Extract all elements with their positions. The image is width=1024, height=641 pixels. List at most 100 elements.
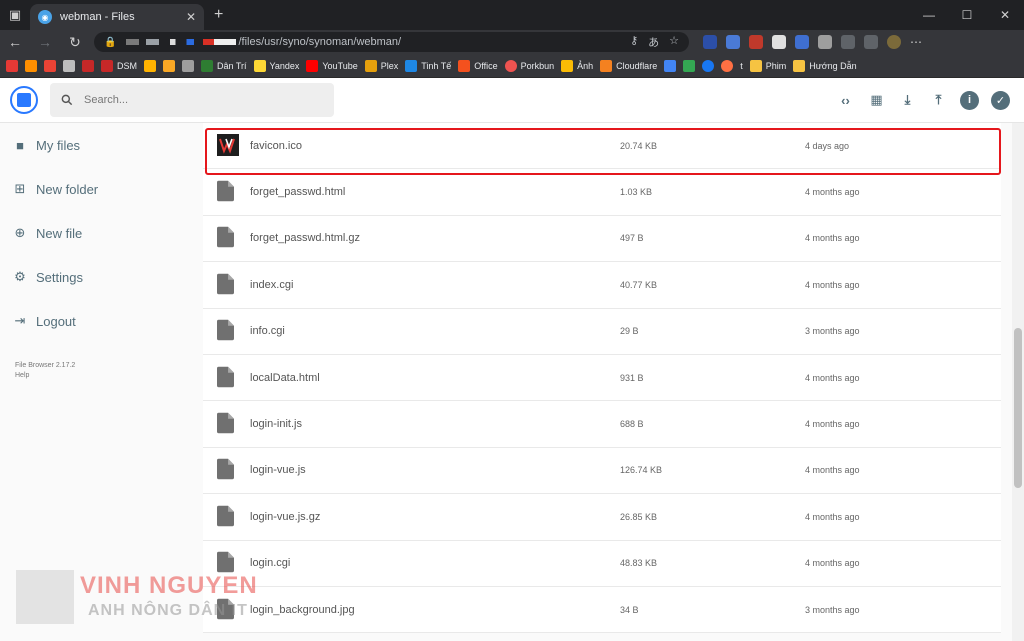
header-actions: ‹› ▦ ⤓ ⤒ i ✓ <box>836 90 1010 110</box>
filebrowser-logo-icon[interactable] <box>10 86 38 114</box>
bookmark-dsm[interactable]: DSM <box>101 59 137 72</box>
scrollbar[interactable] <box>1012 123 1024 641</box>
bookmark-porkbun[interactable]: Porkbun <box>504 59 554 72</box>
file-row[interactable]: login_background.jpg 34 B 3 months ago <box>203 586 1001 634</box>
new-tab-button[interactable]: + <box>214 6 223 24</box>
bookmark-item[interactable] <box>163 59 175 72</box>
browser-tab[interactable]: ◉ webman - Files ✕ <box>30 4 204 30</box>
bookmark-item[interactable] <box>82 59 94 72</box>
masked-host <box>126 39 237 45</box>
bookmark-item[interactable] <box>182 59 194 72</box>
tab-favicon-icon: ◉ <box>38 10 52 24</box>
file-modified: 4 months ago <box>805 511 860 522</box>
url-input[interactable]: 🔒 /files/usr/syno/synoman/webman/ ⚷ あ ☆ <box>94 32 689 52</box>
scrollbar-thumb[interactable] <box>1014 328 1022 488</box>
sidebar: ■ My files ⊞ New folder ⊕ New file ⚙ Set… <box>0 123 200 641</box>
file-name: login-vue.js <box>250 464 306 477</box>
extension-icon[interactable] <box>772 35 786 49</box>
bookmark-tinhte[interactable]: Tinh Tế <box>405 59 451 72</box>
bookmark-folder-phim[interactable]: Phim <box>749 59 786 72</box>
version-label: File Browser 2.17.2 <box>15 362 76 369</box>
file-modified: 3 months ago <box>805 604 860 615</box>
new-file-icon: ⊕ <box>14 225 26 240</box>
file-icon <box>217 319 237 343</box>
bookmark-item[interactable] <box>683 59 696 72</box>
file-row[interactable]: forget_passwd.html.gz 497 B 4 months ago <box>203 215 1001 263</box>
file-icon <box>217 366 237 390</box>
sidebar-item-label: New file <box>36 225 83 241</box>
file-row[interactable]: login-init.js 688 B 4 months ago <box>203 401 1001 448</box>
extension-icon[interactable] <box>749 35 763 49</box>
search-icon <box>61 94 73 106</box>
collections-icon[interactable] <box>864 35 878 49</box>
download-icon[interactable]: ⤓ <box>898 91 917 110</box>
help-link[interactable]: Help <box>15 371 200 381</box>
extension-icon[interactable] <box>703 35 717 49</box>
folder-icon: ■ <box>16 137 24 153</box>
bookmark-item[interactable] <box>721 59 734 72</box>
sidebar-item-settings[interactable]: ⚙ Settings <box>0 255 200 299</box>
bookmark-item[interactable] <box>63 59 75 72</box>
file-size: 48.83 KB <box>620 558 658 569</box>
file-row[interactable]: index.cgi 40.77 KB 4 months ago <box>203 262 1001 309</box>
file-row[interactable]: favicon.ico 20.74 KB 4 days ago <box>203 123 1001 170</box>
forward-icon[interactable]: → <box>30 34 60 50</box>
bookmark-cloudflare[interactable]: Cloudflare <box>600 59 657 72</box>
profile-avatar[interactable] <box>887 35 901 49</box>
bookmark-anh[interactable]: Ảnh <box>561 59 593 72</box>
search-input[interactable]: Search... <box>50 83 334 117</box>
file-row[interactable]: login-vue.js 126.74 KB 4 months ago <box>203 447 1001 495</box>
bookmark-item[interactable] <box>144 59 156 72</box>
extensions-puzzle-icon[interactable] <box>818 35 832 49</box>
sidebar-item-my-files[interactable]: ■ My files <box>0 123 200 167</box>
file-row[interactable]: info.cgi 29 B 3 months ago <box>203 308 1001 355</box>
code-view-icon[interactable]: ‹› <box>836 91 855 110</box>
maximize-icon[interactable]: ☐ <box>948 0 986 30</box>
bookmark-item[interactable] <box>702 59 715 72</box>
file-modified: 4 months ago <box>805 419 860 430</box>
reload-icon[interactable]: ↻ <box>60 34 90 51</box>
file-row[interactable]: login-vue.js.gz 26.85 KB 4 months ago <box>203 494 1001 541</box>
file-row[interactable]: login.cgi 48.83 KB 4 months ago <box>203 540 1001 587</box>
bookmark-youtube[interactable]: YouTube <box>306 59 358 72</box>
bookmark-item[interactable] <box>25 59 37 72</box>
grid-view-icon[interactable]: ▦ <box>867 91 886 110</box>
more-menu-icon[interactable]: ⋯ <box>910 35 922 49</box>
favorites-icon[interactable] <box>841 35 855 49</box>
file-size: 931 B <box>620 372 644 383</box>
minimize-icon[interactable]: — <box>910 0 948 30</box>
file-listing: favicon.ico 20.74 KB 4 days ago forget_pass… <box>203 123 1001 641</box>
file-size: 26.85 KB <box>620 511 658 522</box>
bookmark-yandex[interactable]: Yandex <box>253 59 299 72</box>
bookmark-dantri[interactable]: Dân Trí <box>201 59 247 72</box>
bookmark-item[interactable] <box>6 59 18 72</box>
file-modified: 4 months ago <box>805 465 860 476</box>
bookmark-office[interactable]: Office <box>458 59 498 72</box>
key-icon[interactable]: ⚷ <box>630 34 638 50</box>
file-modified: 4 months ago <box>805 187 860 198</box>
sidebar-item-new-folder[interactable]: ⊞ New folder <box>0 167 200 211</box>
bookmark-item[interactable] <box>44 59 56 72</box>
extension-icon[interactable] <box>795 35 809 49</box>
bookmark-folder-huongdan[interactable]: Hướng Dẫn <box>793 59 857 72</box>
info-icon[interactable]: i <box>960 90 979 110</box>
sidebar-item-logout[interactable]: ⇥ Logout <box>0 299 200 343</box>
file-row[interactable]: localData.html 931 B 4 months ago <box>203 354 1001 402</box>
tab-close-icon[interactable]: ✕ <box>186 10 196 24</box>
bookmark-item[interactable] <box>664 59 677 72</box>
upload-icon[interactable]: ⤒ <box>929 91 948 110</box>
file-row[interactable]: forget_passwd.html 1.03 KB 4 months ago <box>203 169 1001 216</box>
window-menu-icon[interactable]: ▣ <box>0 0 30 30</box>
favicon-file-icon <box>217 133 239 158</box>
back-icon[interactable]: ← <box>0 34 30 50</box>
extension-icon[interactable] <box>726 35 740 49</box>
favorite-add-icon[interactable]: ☆ <box>669 34 679 50</box>
file-icon <box>217 412 237 436</box>
select-check-icon[interactable]: ✓ <box>991 90 1010 110</box>
file-size: 34 B <box>620 604 639 615</box>
bookmark-plex[interactable]: Plex <box>364 59 398 72</box>
translate-icon[interactable]: あ <box>648 34 659 50</box>
close-window-icon[interactable]: ✕ <box>986 0 1024 30</box>
bookmark-tumblr[interactable]: t <box>740 61 743 71</box>
sidebar-item-new-file[interactable]: ⊕ New file <box>0 211 200 255</box>
